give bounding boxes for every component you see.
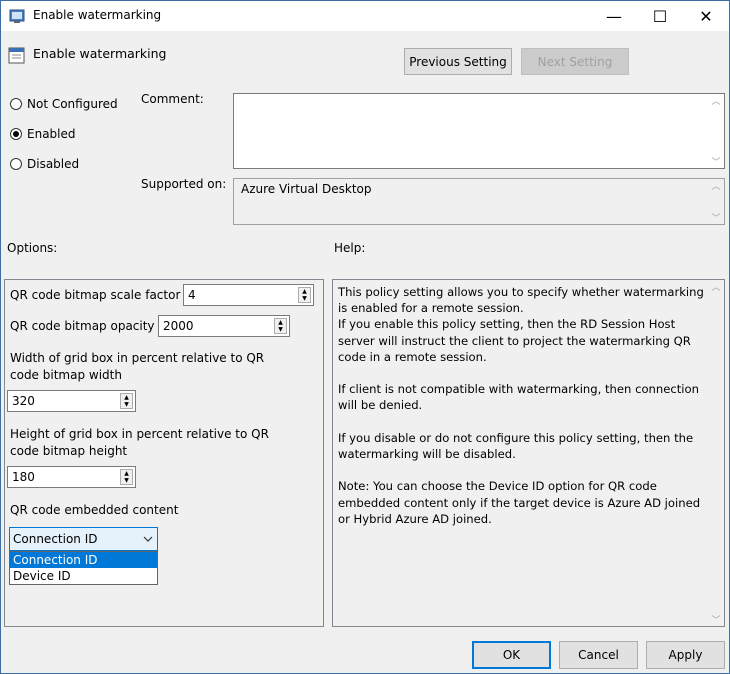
radio-not-configured-indicator [10, 98, 22, 110]
scroll-down-icon: ﹀ [711, 158, 721, 168]
opacity-label: QR code bitmap opacity [10, 319, 155, 333]
embedded-content-selected: Connection ID [13, 532, 98, 546]
setting-heading: Enable watermarking [33, 46, 167, 61]
minimize-button[interactable]: — [591, 1, 637, 31]
supported-on-field: Azure Virtual Desktop ︿ ﹀ [233, 178, 725, 225]
embedded-content-dropdown: Connection ID Device ID [9, 551, 158, 585]
next-setting-button[interactable]: Next Setting [521, 48, 629, 75]
spin-down-icon: ▼ [278, 326, 283, 333]
minimize-icon: — [606, 6, 622, 26]
policy-dialog: Enable watermarking — ☐ ✕ Enable waterma… [0, 0, 730, 674]
ok-button[interactable]: OK [472, 641, 551, 669]
radio-disabled-indicator [10, 158, 22, 170]
supported-scrollbar[interactable]: ︿ ﹀ [708, 179, 724, 224]
scroll-down-icon: ﹀ [711, 214, 721, 224]
comment-scrollbar[interactable]: ︿ ﹀ [708, 94, 724, 168]
embedded-content-label: QR code embedded content [10, 503, 179, 517]
title-bar: Enable watermarking — ☐ ✕ [1, 1, 729, 31]
grid-height-spinbox[interactable]: 180 ▲ ▼ [7, 466, 136, 488]
help-scrollbar[interactable]: ︿ ﹀ [708, 280, 724, 626]
opacity-spinbox[interactable]: 2000 ▲ ▼ [158, 315, 290, 337]
spin-up-icon: ▲ [302, 288, 307, 295]
comment-textarea[interactable]: ︿ ﹀ [233, 93, 725, 169]
window-title: Enable watermarking [33, 8, 162, 22]
opacity-value: 2000 [163, 319, 194, 333]
radio-disabled-label: Disabled [27, 157, 80, 171]
radio-disabled[interactable]: Disabled [10, 157, 79, 171]
options-panel: QR code bitmap scale factor 4 ▲ ▼ QR code… [4, 279, 324, 627]
radio-enabled[interactable]: Enabled [10, 127, 76, 141]
spin-up-icon: ▲ [278, 319, 283, 326]
chevron-down-icon [143, 536, 153, 542]
scroll-down-icon: ﹀ [711, 616, 721, 626]
maximize-icon: ☐ [652, 6, 668, 26]
previous-setting-button[interactable]: Previous Setting [404, 48, 512, 75]
supported-on-value: Azure Virtual Desktop [241, 182, 372, 196]
grid-width-value: 320 [12, 394, 35, 408]
spin-up-icon: ▲ [124, 394, 129, 401]
supported-on-label: Supported on: [141, 177, 227, 191]
cancel-button[interactable]: Cancel [559, 641, 638, 669]
scale-factor-spinbox[interactable]: 4 ▲ ▼ [183, 284, 314, 306]
grid-width-stepper[interactable]: ▲ ▼ [120, 393, 133, 409]
dropdown-option-connection-id[interactable]: Connection ID [10, 552, 157, 568]
options-header: Options: [7, 241, 58, 255]
close-button[interactable]: ✕ [683, 1, 729, 31]
scale-factor-stepper[interactable]: ▲ ▼ [298, 287, 311, 303]
scroll-up-icon: ︿ [711, 182, 721, 192]
opacity-stepper[interactable]: ▲ ▼ [274, 318, 287, 334]
grid-height-label: Height of grid box in percent relative t… [10, 427, 269, 458]
comment-label: Comment: [141, 92, 204, 106]
help-text: This policy setting allows you to specif… [338, 285, 704, 526]
spin-down-icon: ▼ [124, 401, 129, 408]
dropdown-option-device-id[interactable]: Device ID [10, 568, 157, 584]
help-panel: This policy setting allows you to specif… [332, 279, 725, 627]
radio-enabled-indicator [10, 128, 22, 140]
spin-down-icon: ▼ [302, 295, 307, 302]
spin-up-icon: ▲ [124, 470, 129, 477]
grid-height-value: 180 [12, 470, 35, 484]
policy-app-icon [9, 9, 25, 23]
radio-enabled-label: Enabled [27, 127, 76, 141]
radio-not-configured[interactable]: Not Configured [10, 97, 118, 111]
scale-factor-value: 4 [188, 288, 196, 302]
grid-width-spinbox[interactable]: 320 ▲ ▼ [7, 390, 136, 412]
close-icon: ✕ [699, 6, 713, 26]
help-header: Help: [334, 241, 366, 255]
grid-width-label: Width of grid box in percent relative to… [10, 351, 265, 382]
maximize-button[interactable]: ☐ [637, 1, 683, 31]
policy-setting-icon [8, 47, 25, 64]
scroll-up-icon: ︿ [711, 97, 721, 107]
grid-height-stepper[interactable]: ▲ ▼ [120, 469, 133, 485]
spin-down-icon: ▼ [124, 477, 129, 484]
apply-button[interactable]: Apply [646, 641, 725, 669]
scroll-up-icon: ︿ [711, 283, 721, 293]
radio-not-configured-label: Not Configured [27, 97, 118, 111]
embedded-content-select[interactable]: Connection ID [9, 527, 158, 551]
scale-factor-label: QR code bitmap scale factor [10, 288, 181, 302]
